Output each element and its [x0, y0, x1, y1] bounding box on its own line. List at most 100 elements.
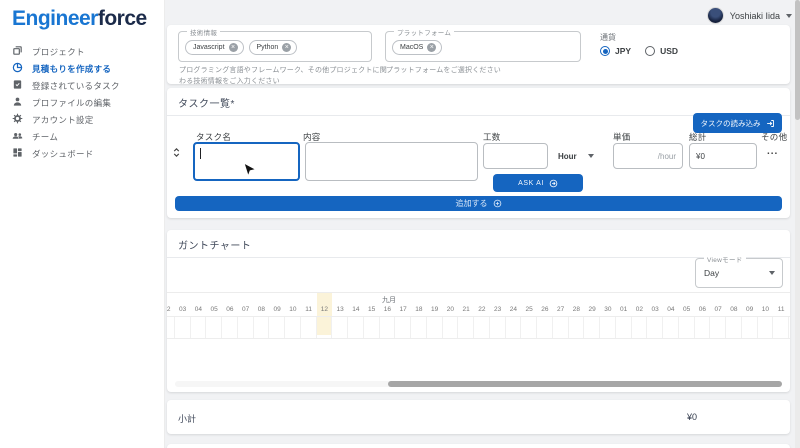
ask-ai-label: ASK AI [518, 180, 544, 187]
sidebar-item-account-settings[interactable]: アカウント設定 [0, 111, 164, 128]
user-avatar[interactable] [707, 7, 724, 24]
gantt-date-label: 11 [301, 306, 317, 313]
column-header-other: その他 [761, 131, 787, 143]
total-input[interactable]: ¥0 [689, 143, 757, 169]
gantt-grid-cell [364, 317, 380, 338]
gantt-date-label: 08 [726, 306, 742, 313]
gantt-date-label: 03 [647, 306, 663, 313]
platform-helper: プラットフォームをご選択ください [386, 66, 598, 77]
gantt-date-label: 09 [269, 306, 285, 313]
gantt-date-label: 13 [332, 306, 348, 313]
row-sort-handle[interactable] [171, 146, 182, 164]
close-icon[interactable]: × [229, 43, 238, 52]
gantt-date-label: 15 [364, 306, 380, 313]
gantt-date-label: 21 [458, 306, 474, 313]
sidebar-item-label: プロジェクト [32, 46, 85, 58]
radio-unselected-icon[interactable] [645, 46, 655, 56]
currency-option-jpy[interactable]: JPY [600, 46, 631, 56]
currency-option-usd[interactable]: USD [645, 46, 678, 56]
sidebar-item-team[interactable]: チーム [0, 128, 164, 145]
gantt-grid-cell [254, 317, 270, 338]
task-content-textarea[interactable] [305, 142, 478, 181]
tech-info-field[interactable]: 技術情報 Javascript× Python× [178, 31, 372, 62]
view-mode-value: Day [704, 268, 719, 278]
sidebar-item-label: 見積もりを作成する [32, 63, 111, 75]
tech-chip[interactable]: Javascript× [185, 40, 244, 55]
page-vertical-scrollbar[interactable] [795, 0, 800, 448]
sidebar-item-dashboard[interactable]: ダッシュボード [0, 145, 164, 162]
next-section-card [167, 444, 790, 448]
task-list-title: タスク一覧* [167, 88, 790, 115]
ask-ai-button[interactable]: ASK AI [493, 174, 583, 192]
effort-unit-select[interactable]: Hour [553, 143, 599, 169]
subtotal-value: ¥0 [687, 412, 697, 422]
sidebar-item-registered-tasks[interactable]: 登録されているタスク [0, 77, 164, 94]
gantt-date-label: 22 [474, 306, 490, 313]
gantt-date-label: 28 [569, 306, 585, 313]
import-icon [766, 119, 775, 128]
logo-text-secondary: force [98, 7, 147, 30]
app-logo[interactable]: Engineerforce [0, 0, 164, 31]
sidebar-item-edit-profile[interactable]: プロファイルの編集 [0, 94, 164, 111]
gantt-grid-cell [206, 317, 222, 338]
chevron-down-icon [786, 14, 792, 18]
sidebar-item-label: ダッシュボード [32, 148, 94, 160]
gantt-grid-cell [758, 317, 774, 338]
gantt-date-label: 16 [380, 306, 396, 313]
gantt-date-label: 05 [679, 306, 695, 313]
view-mode-select[interactable]: Viewモード Day [695, 258, 783, 288]
close-icon[interactable]: × [282, 43, 291, 52]
gantt-date-label: 14 [348, 306, 364, 313]
column-header-unit-price: 単価 [613, 131, 631, 143]
effort-input[interactable] [483, 143, 548, 169]
gantt-grid-cell [458, 317, 474, 338]
gantt-date-label: 06 [222, 306, 238, 313]
gantt-horizontal-scrollbar[interactable] [175, 381, 782, 387]
platform-field[interactable]: プラットフォーム MacOS× [385, 31, 581, 62]
scrollbar-thumb[interactable] [388, 381, 782, 387]
gantt-date-label: 24 [506, 306, 522, 313]
gantt-date-label: 12 [789, 306, 790, 313]
logo-text-primary: Engineer [12, 7, 98, 30]
chip-label: MacOS [400, 44, 423, 51]
sidebar-item-create-estimate[interactable]: 見積もりを作成する [0, 60, 164, 77]
radio-label: JPY [615, 46, 631, 56]
gantt-title: ガントチャート [167, 230, 790, 257]
unit-price-placeholder: /hour [658, 152, 676, 161]
gantt-date-label: 27 [553, 306, 569, 313]
gantt-grid-cell [663, 317, 679, 338]
gantt-grid-cell [474, 317, 490, 338]
gantt-grid-row [167, 316, 790, 339]
sidebar-item-projects[interactable]: プロジェクト [0, 43, 164, 60]
gantt-calendar[interactable]: 九月 0203040506070809101112131415161718192… [167, 292, 790, 378]
sidebar-item-label: チーム [32, 131, 58, 143]
gantt-grid-cell [647, 317, 663, 338]
close-icon[interactable]: × [427, 43, 436, 52]
task-list-card: タスク一覧* タスクの読み込み タスク名 内容 工数 単価 総計 その他 Hou… [167, 88, 790, 218]
add-task-button[interactable]: 追加する [175, 196, 782, 211]
gantt-date-label: 04 [191, 306, 207, 313]
gantt-date-label: 09 [742, 306, 758, 313]
radio-selected-icon[interactable] [600, 46, 610, 56]
gantt-grid-cell [726, 317, 742, 338]
scrollbar-thumb[interactable] [795, 0, 800, 120]
gantt-date-label: 12 [317, 306, 333, 313]
gantt-grid-cell [167, 317, 175, 338]
user-menu[interactable]: Yoshiaki Iida [707, 7, 792, 24]
gantt-grid-cell [191, 317, 207, 338]
row-more-button[interactable]: ... [767, 146, 778, 157]
currency-radio-group: JPY USD [600, 46, 678, 56]
platform-chip[interactable]: MacOS × [392, 40, 442, 55]
gantt-date-label: 03 [175, 306, 191, 313]
gantt-grid-cell [506, 317, 522, 338]
tech-chip[interactable]: Python× [249, 40, 298, 55]
effort-unit-value: Hour [558, 152, 577, 161]
gantt-grid-cell [742, 317, 758, 338]
column-header-effort: 工数 [483, 131, 501, 143]
load-tasks-button[interactable]: タスクの読み込み [693, 113, 782, 133]
gantt-grid-cell [395, 317, 411, 338]
tech-info-helper: プログラミング言語やフレームワーク、その他プロジェクトに関わる技術情報をご入力く… [179, 66, 391, 88]
sidebar-item-label: プロファイルの編集 [32, 97, 111, 109]
arrow-circle-icon [549, 179, 558, 188]
unit-price-input[interactable]: /hour [613, 143, 683, 169]
